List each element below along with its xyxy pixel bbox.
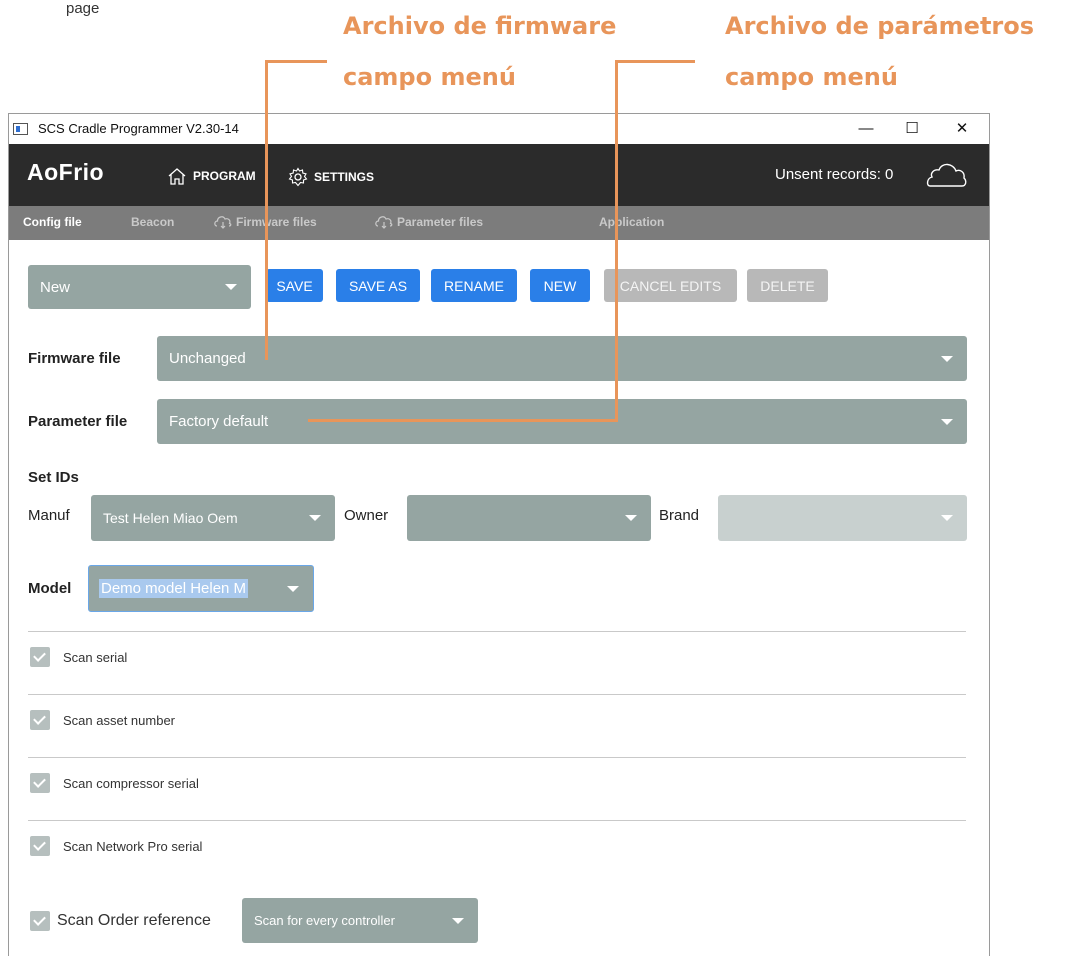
close-button[interactable]: ✕	[939, 114, 985, 144]
scan-order-reference-checkbox[interactable]	[30, 911, 50, 931]
scan-network-pro-serial-label: Scan Network Pro serial	[63, 839, 203, 854]
model-select[interactable]: Demo model Helen M	[88, 565, 314, 612]
save-button[interactable]: SAVE	[266, 269, 323, 302]
sub-navbar: Config file Beacon Firmware files Parame…	[9, 206, 989, 240]
owner-select[interactable]	[407, 495, 651, 541]
tab-beacon[interactable]: Beacon	[131, 215, 174, 229]
divider	[28, 757, 966, 758]
chevron-down-icon	[309, 515, 321, 521]
chevron-down-icon	[941, 418, 953, 425]
scan-asset-number-checkbox[interactable]	[30, 710, 50, 730]
scan-compressor-serial-label: Scan compressor serial	[63, 776, 199, 791]
manuf-select[interactable]: Test Helen Miao Oem	[91, 495, 335, 541]
delete-button[interactable]: DELETE	[747, 269, 828, 302]
scan-asset-number-label: Scan asset number	[63, 713, 176, 728]
nav-program-label: PROGRAM	[193, 169, 256, 183]
config-select[interactable]: New	[28, 265, 251, 309]
brand-select[interactable]	[718, 495, 967, 541]
manuf-label: Manuf	[28, 507, 70, 524]
logo: AoFrio	[27, 159, 105, 185]
scan-compressor-serial-checkbox[interactable]	[30, 773, 50, 793]
scan-order-value: Scan for every controller	[254, 913, 395, 928]
unsent-records: Unsent records: 0	[775, 166, 894, 183]
chevron-down-icon	[625, 515, 637, 521]
config-select-value: New	[40, 278, 71, 296]
callout-parameter-subtitle: campo menú	[725, 63, 898, 91]
rename-button[interactable]: RENAME	[431, 269, 517, 302]
maximize-button[interactable]: ☐	[889, 114, 935, 144]
set-ids-heading: Set IDs	[28, 469, 79, 486]
nav-settings[interactable]: SETTINGS	[288, 167, 374, 187]
divider	[28, 631, 966, 632]
cloud-download-icon	[214, 216, 232, 229]
cloud-download-icon	[375, 216, 393, 229]
tab-config-file[interactable]: Config file	[23, 215, 82, 229]
chevron-down-icon	[225, 284, 237, 290]
save-as-button[interactable]: SAVE AS	[336, 269, 420, 302]
owner-label: Owner	[344, 507, 389, 524]
model-label: Model	[28, 580, 72, 597]
parameter-leader-top	[615, 60, 695, 63]
firmware-file-select[interactable]: Unchanged	[157, 336, 967, 381]
divider	[28, 694, 966, 695]
manuf-value: Test Helen Miao Oem	[103, 510, 238, 526]
new-button[interactable]: NEW	[530, 269, 590, 302]
callout-firmware-title: Archivo de firmware	[343, 12, 617, 40]
scan-serial-checkbox[interactable]	[30, 647, 50, 667]
window-title: SCS Cradle Programmer V2.30-14	[38, 121, 239, 136]
firmware-leader-vertical	[265, 60, 268, 360]
tab-application[interactable]: Application	[599, 215, 664, 229]
minimize-button[interactable]: —	[843, 114, 889, 144]
chevron-down-icon	[941, 515, 953, 521]
chevron-down-icon	[452, 917, 464, 924]
nav-program[interactable]: PROGRAM	[167, 167, 256, 185]
app-window: SCS Cradle Programmer V2.30-14 — ☐ ✕ AoF…	[8, 113, 990, 956]
brand-label: Brand	[659, 507, 700, 524]
scan-serial-label: Scan serial	[63, 650, 128, 665]
callout-parameter-title: Archivo de parámetros	[725, 12, 1035, 40]
parameter-file-value: Factory default	[169, 413, 269, 430]
scan-order-select[interactable]: Scan for every controller	[242, 898, 478, 943]
divider	[28, 820, 966, 821]
scan-network-pro-serial-checkbox[interactable]	[30, 836, 50, 856]
firmware-file-value: Unchanged	[169, 350, 246, 367]
nav-settings-label: SETTINGS	[314, 170, 375, 184]
scan-order-reference-label: Scan Order reference	[57, 912, 211, 929]
parameter-leader-vertical	[615, 60, 618, 422]
chevron-down-icon	[941, 355, 953, 362]
gear-icon	[288, 167, 308, 187]
title-bar: SCS Cradle Programmer V2.30-14 — ☐ ✕	[9, 114, 989, 144]
page-snippet-text: page	[66, 0, 100, 17]
cancel-edits-button[interactable]: CANCEL EDITS	[604, 269, 737, 302]
parameter-leader-bottom	[308, 419, 618, 422]
chevron-down-icon	[287, 585, 299, 592]
parameter-file-label: Parameter file	[28, 413, 128, 430]
cloud-icon[interactable]	[924, 160, 968, 190]
model-value: Demo model Helen M	[99, 579, 249, 598]
app-icon	[13, 123, 28, 135]
firmware-file-label: Firmware file	[28, 350, 121, 367]
callout-firmware-subtitle: campo menú	[343, 63, 516, 91]
home-icon	[168, 168, 186, 185]
tab-parameter-files[interactable]: Parameter files	[375, 215, 483, 229]
top-navbar: AoFrio PROGRAM SETTINGS Unsent records: …	[9, 144, 989, 206]
firmware-leader-horizontal	[265, 60, 327, 63]
